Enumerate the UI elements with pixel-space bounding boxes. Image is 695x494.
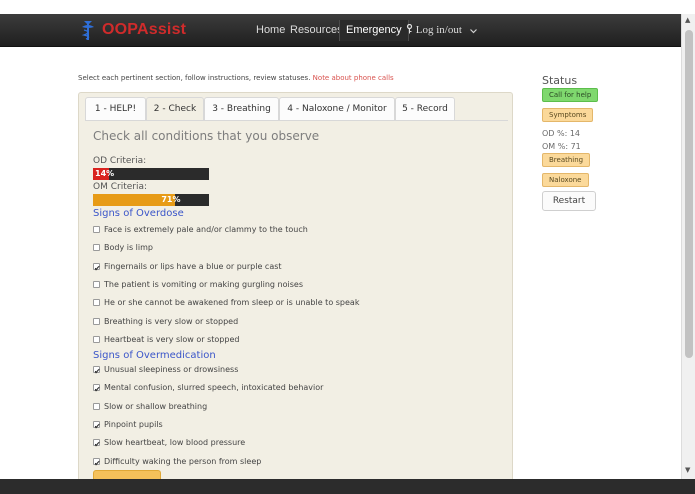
checklist-item-label: Face is extremely pale and/or clammy to … — [104, 225, 308, 234]
checkmark-icon: ✔ — [94, 385, 101, 395]
logo-text: OOPAssist — [102, 21, 187, 38]
checkbox[interactable]: ✔ — [93, 384, 101, 395]
checklist-item-label: Slow or shallow breathing — [104, 401, 208, 411]
od-criteria-label: OD Criteria: — [93, 156, 147, 166]
checklist-item-label: Slow heartbeat, low blood pressure — [104, 438, 246, 448]
om-progress-text: 71% — [161, 195, 181, 204]
checkmark-icon: ✔ — [94, 263, 101, 273]
status-breathing-badge: Breathing — [542, 153, 591, 167]
status-symptoms-badge: Symptoms — [542, 108, 594, 122]
status-od-percent: OD %: 14 — [542, 129, 581, 138]
checkbox[interactable] — [93, 244, 100, 252]
nav-home[interactable]: Home — [256, 20, 285, 41]
checkmark-icon: ✔ — [94, 367, 101, 376]
checklist-item-label: Breathing is very slow or stopped — [104, 316, 239, 326]
checkbox[interactable]: ✔ — [93, 420, 101, 431]
checklist-item-label: Fingernails or lips have a blue or purpl… — [104, 261, 282, 271]
tab-breathing[interactable]: 3 - Breathing — [204, 97, 279, 121]
checkbox[interactable] — [93, 402, 100, 410]
checklist-item-label: Heartbeat is very slow or stopped — [104, 334, 240, 344]
instruction-line: Select each pertinent section, follow in… — [78, 74, 394, 82]
key-icon — [406, 23, 413, 34]
tab-help[interactable]: 1 - HELP! — [85, 97, 146, 121]
status-naloxone-badge: Naloxone — [542, 173, 589, 187]
checklist-item-label: Difficulty waking the person from sleep — [104, 456, 262, 466]
checkbox[interactable]: ✔ — [93, 457, 101, 468]
login-label: Log in/out — [415, 24, 462, 36]
status-call-for-help-badge: Call for help — [542, 88, 599, 102]
instruction-text: Select each pertinent section, follow in… — [78, 74, 311, 82]
overmedication-section-title: Signs of Overmedication — [93, 350, 216, 361]
nav-login-dropdown[interactable]: Log in/out — [406, 20, 477, 41]
scroll-thumb[interactable] — [685, 30, 693, 358]
panel-heading: Check all conditions that you observe — [93, 129, 320, 143]
top-navbar: OOPAssist Home Resources Emergency Log i… — [0, 14, 681, 47]
tab-check[interactable]: 2 - Check — [146, 97, 204, 121]
checklist-item-label: Unusual sleepiness or drowsiness — [104, 365, 239, 374]
scroll-up-arrow-icon[interactable]: ▲ — [685, 16, 690, 24]
checkmark-icon: ✔ — [94, 458, 101, 468]
restart-button[interactable]: Restart — [542, 191, 596, 211]
checklist-item-label: He or she cannot be awakened from sleep … — [104, 298, 360, 308]
checkbox[interactable]: ✔ — [93, 366, 101, 376]
overdose-section-title: Signs of Overdose — [93, 208, 184, 219]
status-om-percent: OM %: 71 — [542, 142, 581, 151]
checklist-item-label: The patient is vomiting or making gurgli… — [104, 279, 303, 289]
tab-divider — [85, 120, 508, 121]
om-progress-bar: 71% — [93, 194, 209, 206]
caduceus-icon — [81, 21, 94, 40]
checkbox[interactable] — [93, 280, 100, 288]
nav-resources[interactable]: Resources — [290, 20, 343, 41]
od-progress-bar: 14% — [93, 168, 209, 180]
om-criteria-label: OM Criteria: — [93, 182, 148, 192]
checklist-item-label: Body is limp — [104, 243, 153, 253]
tab-naloxone-monitor[interactable]: 4 - Naloxone / Monitor — [279, 97, 395, 121]
top-strip — [0, 0, 695, 14]
tab-record[interactable]: 5 - Record — [395, 97, 455, 121]
chevron-down-icon — [469, 29, 477, 34]
checklist-item-label: Pinpoint pupils — [104, 419, 163, 429]
checkbox[interactable] — [93, 335, 100, 343]
checkmark-icon: ✔ — [94, 440, 101, 450]
checklist-item-label: Mental confusion, slurred speech, intoxi… — [104, 383, 324, 393]
checkmark-icon: ✔ — [94, 421, 101, 431]
checkbox[interactable] — [93, 317, 100, 325]
od-progress-text: 14% — [95, 169, 115, 178]
check-panel: 1 - HELP! 2 - Check 3 - Breathing 4 - Na… — [78, 92, 513, 482]
checkbox[interactable]: ✔ — [93, 262, 101, 273]
vertical-scrollbar[interactable]: ▲ ▼ — [681, 14, 695, 479]
checkbox[interactable]: ✔ — [93, 439, 101, 450]
checkbox[interactable] — [93, 226, 100, 233]
bottom-bar — [0, 479, 695, 494]
status-title: Status — [542, 74, 578, 87]
app-logo[interactable]: OOPAssist — [78, 19, 186, 41]
nav-emergency[interactable]: Emergency — [339, 20, 409, 41]
phone-calls-note-link[interactable]: Note about phone calls — [313, 74, 394, 82]
checkbox[interactable] — [93, 299, 100, 307]
scroll-down-arrow-icon[interactable]: ▼ — [685, 466, 690, 474]
